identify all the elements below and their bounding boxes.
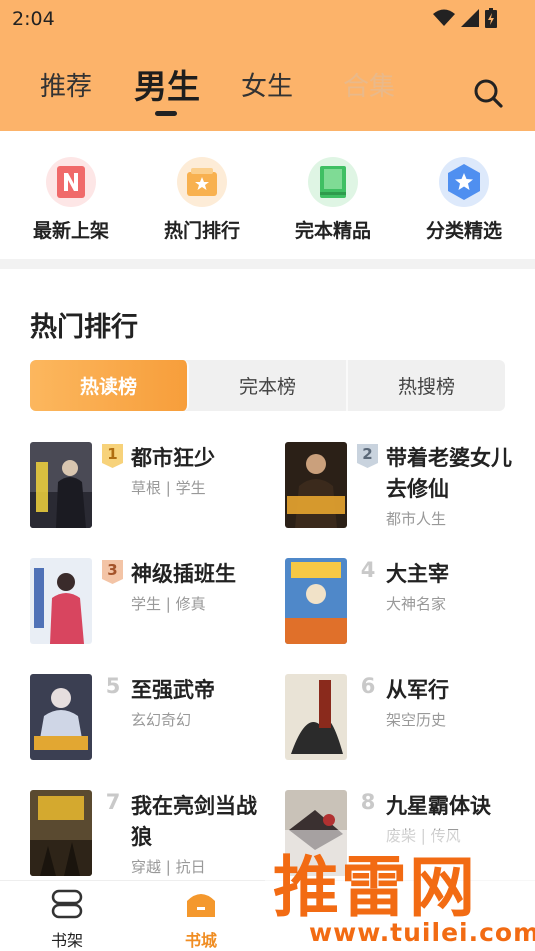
nav-label: 书城: [184, 931, 217, 950]
section-divider: [0, 259, 535, 269]
category-classification[interactable]: 分类精选: [409, 157, 519, 243]
category-row: 最新上架 热门排行 完本精品 分类精选: [0, 131, 535, 259]
rank-number: 6: [360, 674, 376, 698]
top-tabs: 推荐 男生 女生 合集: [0, 66, 535, 122]
book-item[interactable]: 3 神级插班生 学生 | 修真: [30, 558, 270, 658]
book-title: 九星霸体诀: [386, 794, 491, 818]
search-icon[interactable]: [471, 76, 505, 110]
book-item[interactable]: 7 我在亮剑当战狼 穿越 | 抗日: [30, 790, 270, 890]
category-label: 分类精选: [425, 220, 502, 242]
new-arrival-icon: [46, 157, 96, 207]
category-new-arrivals[interactable]: 最新上架: [16, 157, 126, 243]
book-title: 大主宰: [386, 562, 449, 586]
rank-number: 4: [360, 558, 376, 582]
book-item[interactable]: 6 从军行 架空历史: [285, 674, 525, 774]
wifi-icon: [433, 9, 455, 26]
book-meta: 架空历史: [386, 711, 447, 729]
book-cover[interactable]: [285, 558, 347, 644]
book-cover[interactable]: [30, 442, 92, 528]
book-item[interactable]: 1 都市狂少 草根 | 学生: [30, 442, 270, 542]
tab-hot-read[interactable]: 热读榜: [30, 360, 189, 411]
book-cover[interactable]: [285, 674, 347, 760]
rank-number: 7: [105, 790, 121, 814]
active-tab-indicator: [155, 111, 177, 116]
app-header: 2:04 推荐 男生 女生 合集: [0, 0, 535, 131]
rank-badge-silver: 2: [356, 443, 379, 469]
rank-badge-bronze: 3: [101, 559, 124, 585]
status-icons: [433, 8, 497, 28]
rank-tabs: 热读榜 完本榜 热搜榜: [30, 360, 505, 411]
tab-male[interactable]: 男生: [134, 60, 200, 108]
category-hot-rank[interactable]: 热门排行: [147, 157, 257, 243]
status-bar: 2:04: [0, 0, 535, 38]
status-time: 2:04: [12, 8, 55, 30]
tab-collection[interactable]: 合集: [343, 66, 395, 103]
book-item[interactable]: 4 大主宰 大神名家: [285, 558, 525, 658]
tab-finished[interactable]: 完本榜: [189, 360, 348, 411]
book-title: 神级插班生: [131, 562, 236, 586]
watermark: 推雷网 www.tuilei.com: [265, 830, 535, 951]
tab-hot-search[interactable]: 热搜榜: [348, 360, 505, 411]
rank-badge-gold: 1: [101, 443, 124, 469]
nav-bookshelf[interactable]: 书架: [27, 889, 107, 951]
category-label: 热门排行: [163, 220, 240, 242]
section-title: 热门排行: [30, 312, 138, 343]
watermark-url: www.tuilei.com: [309, 918, 535, 947]
book-title: 从军行: [386, 678, 449, 702]
signal-icon: [461, 9, 479, 27]
bookshelf-icon: [51, 889, 83, 919]
book-title: 带着老婆女儿去修仙: [386, 446, 512, 501]
book-meta: 都市人生: [386, 510, 447, 528]
nav-label: 书架: [50, 931, 83, 950]
battery-icon: [485, 8, 497, 28]
book-meta: 草根 | 学生: [131, 479, 206, 497]
book-cover[interactable]: [30, 790, 92, 876]
category-star-icon: [439, 157, 489, 207]
book-meta: 玄幻奇幻: [131, 711, 192, 729]
bookstore-icon: [187, 894, 215, 917]
book-title: 我在亮剑当战狼: [131, 794, 257, 849]
book-item[interactable]: 5 至强武帝 玄幻奇幻: [30, 674, 270, 774]
watermark-logo-text: 推雷网: [273, 849, 477, 926]
tab-recommend[interactable]: 推荐: [40, 66, 92, 103]
book-meta: 学生 | 修真: [131, 595, 206, 613]
book-title: 都市狂少: [131, 446, 215, 470]
book-item[interactable]: 2 带着老婆女儿去修仙 都市人生: [285, 442, 525, 542]
rank-number: 8: [360, 790, 376, 814]
book-cover[interactable]: [30, 674, 92, 760]
category-label: 最新上架: [32, 220, 109, 242]
category-label: 完本精品: [294, 220, 371, 242]
book-cover[interactable]: [30, 558, 92, 644]
hot-rank-icon: [177, 157, 227, 207]
book-title: 至强武帝: [131, 678, 215, 702]
book-meta: 大神名家: [386, 595, 447, 613]
nav-bookstore[interactable]: 书城: [161, 889, 241, 951]
book-meta: 穿越 | 抗日: [131, 858, 206, 876]
book-cover[interactable]: [285, 442, 347, 528]
tab-female[interactable]: 女生: [241, 66, 293, 103]
rank-number: 5: [105, 674, 121, 698]
finished-book-icon: [308, 157, 358, 207]
category-finished[interactable]: 完本精品: [278, 157, 388, 243]
